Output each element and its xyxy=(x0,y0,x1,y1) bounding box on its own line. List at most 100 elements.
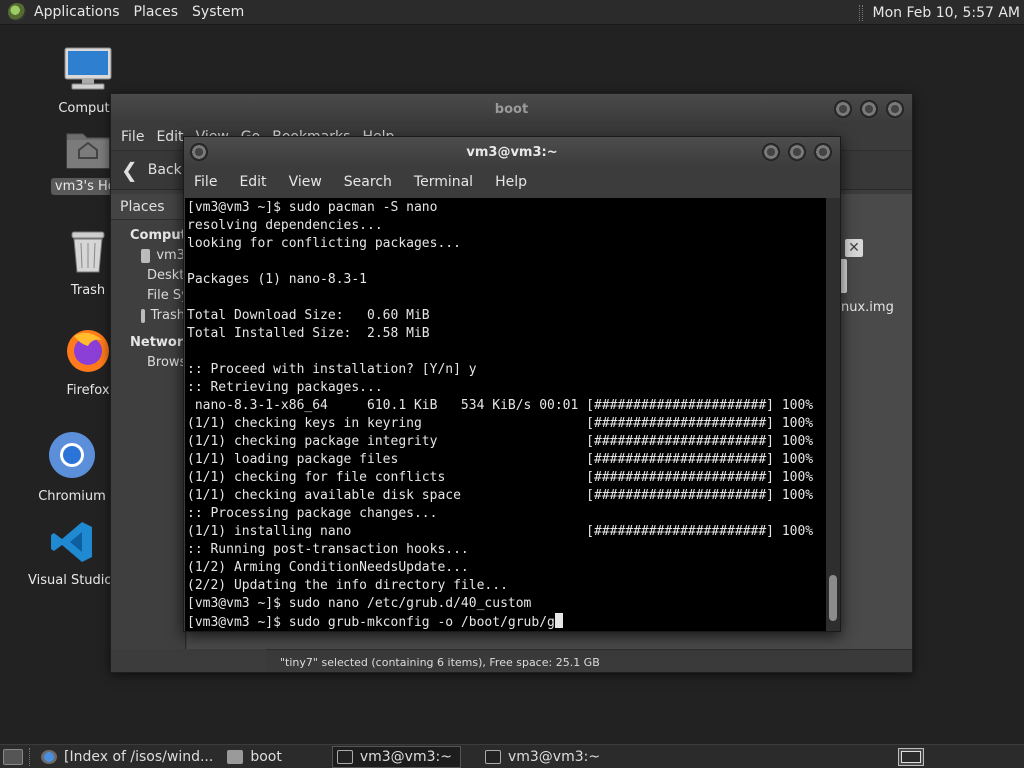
menu-search[interactable]: Search xyxy=(344,174,392,190)
close-button[interactable] xyxy=(886,100,904,118)
back-button[interactable]: ❮ Back xyxy=(121,158,182,182)
sidebar-item-trash[interactable]: Trash xyxy=(111,308,185,323)
menu-logo-icon[interactable] xyxy=(8,3,26,21)
menu-edit[interactable]: Edit xyxy=(239,174,266,190)
terminal-line: (1/1) checking available disk space [###… xyxy=(187,488,814,503)
task-label: vm3@vm3:~ xyxy=(507,748,601,765)
desktop-icon-vscode[interactable]: Visual Studio Co xyxy=(24,520,134,589)
terminal-cursor xyxy=(554,613,563,628)
terminal-output[interactable]: [vm3@vm3 ~]$ sudo pacman -S nano resolvin… xyxy=(185,198,826,631)
sidebar-item-label: vm3 xyxy=(156,248,185,263)
terminal-line: resolving dependencies... xyxy=(187,218,383,233)
maximize-button[interactable] xyxy=(788,143,806,161)
desktop-icon-label: Trash xyxy=(70,283,106,298)
terminal-line: (1/1) loading package files [###########… xyxy=(187,452,814,467)
menu-view[interactable]: View xyxy=(289,174,322,190)
menu-terminal[interactable]: Terminal xyxy=(414,174,473,190)
places-sidebar: Places Computer vm3 Desktop File System … xyxy=(111,194,253,649)
places-menu[interactable]: Places xyxy=(134,4,179,20)
file-label[interactable]: nux.img xyxy=(841,300,894,315)
taskbar-separator xyxy=(29,747,31,766)
bottom-taskbar: [Index of /isos/wind... boot vm3@vm3:~ v… xyxy=(0,744,1024,768)
folder-icon xyxy=(227,749,244,764)
terminal-window: vm3@vm3:~ File Edit View Search Terminal… xyxy=(183,136,841,632)
sidebar-section-computer: Computer xyxy=(130,228,203,243)
panel-handle-icon xyxy=(858,4,863,21)
terminal-titlebar[interactable]: vm3@vm3:~ xyxy=(184,137,840,167)
terminal-icon xyxy=(484,749,501,764)
terminal-line: (1/1) installing nano [#################… xyxy=(187,524,814,539)
terminal-line: [vm3@vm3 ~]$ sudo nano /etc/grub.d/40_cu… xyxy=(187,596,532,611)
terminal-line: :: Processing package changes... xyxy=(187,506,438,521)
terminal-line: [vm3@vm3 ~]$ sudo grub-mkconfig -o /boot… xyxy=(187,613,826,631)
terminal-line: (1/1) checking keys in keyring [########… xyxy=(187,416,814,431)
workspace-switcher[interactable] xyxy=(898,748,924,766)
computer-icon xyxy=(40,46,136,96)
menu-help[interactable]: Help xyxy=(495,174,527,190)
window-menu-button[interactable] xyxy=(190,143,208,161)
menu-file[interactable]: File xyxy=(121,129,144,145)
task-label: [Index of /isos/wind... xyxy=(64,748,214,765)
minimize-button[interactable] xyxy=(834,100,852,118)
desktop-icon-chromium[interactable]: Chromium xyxy=(24,430,120,505)
file-manager-titlebar[interactable]: boot xyxy=(111,94,912,124)
home-icon xyxy=(141,248,151,263)
window-title: boot xyxy=(494,101,529,117)
terminal-line: (1/1) checking package integrity [######… xyxy=(187,434,814,449)
chromium-icon xyxy=(24,430,120,484)
terminal-line: (1/1) checking for file conflicts [#####… xyxy=(187,470,814,485)
task-terminal-2[interactable]: vm3@vm3:~ xyxy=(481,746,608,768)
scrollbar-thumb[interactable] xyxy=(829,575,837,621)
terminal-icon xyxy=(336,749,353,764)
terminal-line: :: Retrieving packages... xyxy=(187,380,383,395)
terminal-menubar: File Edit View Search Terminal Help xyxy=(184,167,840,197)
terminal-line: (1/2) Arming ConditionNeedsUpdate... xyxy=(187,560,469,575)
task-label: vm3@vm3:~ xyxy=(359,748,452,765)
menu-edit[interactable]: Edit xyxy=(156,129,183,145)
places-dropdown[interactable]: Places xyxy=(111,194,185,220)
maximize-button[interactable] xyxy=(860,100,878,118)
task-browser[interactable]: [Index of /isos/wind... xyxy=(37,746,221,768)
sidebar-item-desktop[interactable]: Desktop xyxy=(111,268,201,283)
window-title: vm3@vm3:~ xyxy=(466,144,558,160)
sidebar-item-browse-network[interactable]: Browse Network xyxy=(111,355,253,370)
sidebar-item-label: Trash xyxy=(150,308,185,323)
terminal-line: nano-8.3-1-x86_64 610.1 KiB 534 KiB/s 00… xyxy=(187,398,814,413)
minimize-button[interactable] xyxy=(762,143,780,161)
trash-icon xyxy=(141,308,145,323)
workspace-1[interactable] xyxy=(901,751,921,763)
close-button[interactable] xyxy=(814,143,832,161)
status-bar: "tiny7" selected (containing 6 items), F… xyxy=(266,649,912,672)
close-icon[interactable]: ✕ xyxy=(845,239,863,257)
terminal-line: :: Proceed with installation? [Y/n] y xyxy=(187,362,477,377)
terminal-line: [vm3@vm3 ~]$ sudo pacman -S nano xyxy=(187,200,438,215)
sidebar-item-home[interactable]: vm3 xyxy=(111,248,185,263)
clock-area: Mon Feb 10, 5:57 AM xyxy=(858,0,1020,25)
system-menu[interactable]: System xyxy=(192,4,244,20)
terminal-line: Total Download Size: 0.60 MiB xyxy=(187,308,430,323)
task-terminal-1[interactable]: vm3@vm3:~ xyxy=(331,745,461,768)
top-panel: Applications Places System Mon Feb 10, 5… xyxy=(0,0,1024,25)
desktop-icon-label: Chromium xyxy=(38,489,106,504)
terminal-line: :: Running post-transaction hooks... xyxy=(187,542,469,557)
task-label: boot xyxy=(250,748,282,765)
back-label: Back xyxy=(147,162,182,178)
show-desktop-icon[interactable] xyxy=(3,748,23,765)
clock[interactable]: Mon Feb 10, 5:57 AM xyxy=(873,5,1020,21)
menu-file[interactable]: File xyxy=(194,174,217,190)
terminal-scrollbar[interactable] xyxy=(826,198,840,631)
terminal-line: looking for conflicting packages... xyxy=(187,236,461,251)
sidebar-item-filesystem[interactable]: File System xyxy=(111,288,221,303)
terminal-line: Packages (1) nano-8.3-1 xyxy=(187,272,368,287)
task-boot[interactable]: boot xyxy=(223,746,290,768)
terminal-line: Total Installed Size: 2.58 MiB xyxy=(187,326,430,341)
terminal-line: (2/2) Updating the info directory file..… xyxy=(187,578,508,593)
browser-icon xyxy=(41,749,57,764)
desktop-icon-label: Firefox xyxy=(66,383,110,398)
vscode-icon xyxy=(24,520,120,568)
applications-menu[interactable]: Applications xyxy=(34,4,120,20)
sidebar-section-network: Network xyxy=(130,335,192,350)
